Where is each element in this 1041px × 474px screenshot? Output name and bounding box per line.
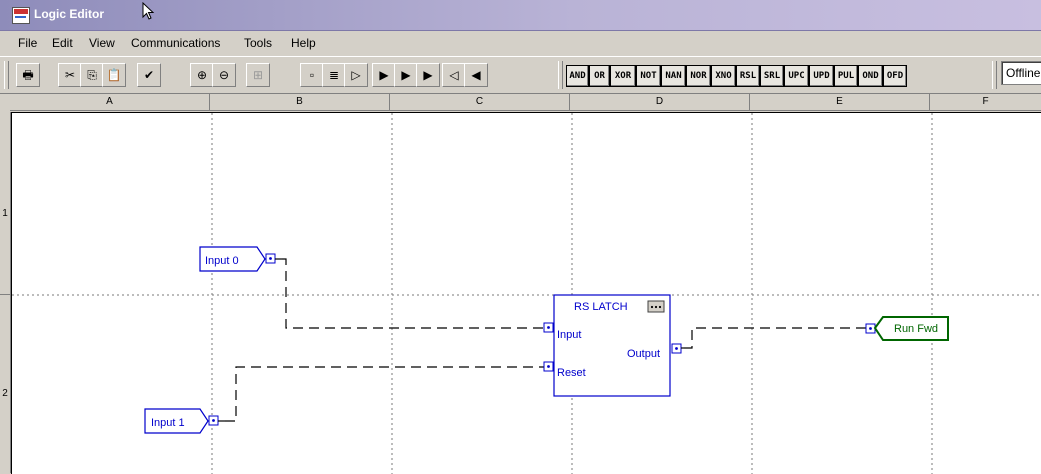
toolbar: 🖶 ✂ ⎘ 📋 ✔ ⊕ ⊖ ⊞ ▫ ≣ ▷ ▶ ▶ ▶ ◁ ◀ AND OR XOR NOT NAN NOR XNO RSL… bbox=[0, 56, 1041, 94]
menu-file[interactable]: File bbox=[18, 36, 37, 50]
instruction-srl-button[interactable]: SRL bbox=[760, 65, 784, 87]
instruction-upd-button[interactable]: UPD bbox=[809, 65, 834, 87]
wire-input0-to-latch bbox=[282, 258, 544, 329]
instruction-nor-button[interactable]: NOR bbox=[686, 65, 711, 87]
row-2: 2 bbox=[2, 388, 8, 399]
block-button[interactable]: ▫ bbox=[300, 63, 324, 87]
instruction-pul-button[interactable]: PUL bbox=[834, 65, 858, 87]
column-b: B bbox=[210, 94, 390, 111]
logic-canvas[interactable]: Input 0 Input 1 RS LATCH Input Reset Out… bbox=[11, 112, 1041, 474]
instruction-not-button[interactable]: NOT bbox=[636, 65, 661, 87]
instruction-upc-button[interactable]: UPC bbox=[784, 65, 809, 87]
ellipsis-icon[interactable] bbox=[647, 300, 665, 313]
block-icon: ▫ bbox=[309, 68, 315, 82]
menu-bar: File Edit View Communications Tools Help bbox=[0, 31, 1041, 55]
net-button[interactable]: ▶ bbox=[372, 63, 396, 87]
instruction-xor-button[interactable]: XOR bbox=[610, 65, 636, 87]
column-header: A B C D E F bbox=[10, 94, 1041, 112]
pin-label-output: Output bbox=[627, 348, 660, 360]
wires bbox=[225, 258, 872, 422]
cut-button[interactable]: ✂ bbox=[58, 63, 82, 87]
input-tag-input-0[interactable]: Input 0 bbox=[199, 246, 282, 272]
app-icon bbox=[12, 7, 30, 24]
lock-icon: ⊞ bbox=[252, 68, 264, 82]
menu-view[interactable]: View bbox=[89, 36, 115, 50]
instruction-rsl-button[interactable]: RSL bbox=[736, 65, 760, 87]
copy-icon: ⎘ bbox=[87, 68, 97, 82]
net-icon: ▶ bbox=[379, 68, 389, 82]
title-bar: Logic Editor bbox=[0, 0, 1041, 31]
toolbar-grip[interactable] bbox=[4, 61, 9, 89]
instruction-and-button[interactable]: AND bbox=[566, 65, 589, 87]
pin-label-input: Input bbox=[557, 329, 581, 341]
wire-input1-to-latch-reset bbox=[225, 366, 544, 422]
paste-icon: 📋 bbox=[106, 68, 122, 82]
row-header: 1 2 bbox=[0, 112, 11, 473]
instruction-nan-button[interactable]: NAN bbox=[661, 65, 686, 87]
toolbar-grip[interactable] bbox=[992, 61, 997, 89]
row-1: 1 bbox=[2, 208, 8, 219]
connection-status-field[interactable]: Offline bbox=[1001, 61, 1041, 85]
net-out-icon: ◀ bbox=[471, 68, 481, 82]
verify-button[interactable]: ✔ bbox=[137, 63, 161, 87]
input-tag-button[interactable]: ▷ bbox=[344, 63, 368, 87]
window-title: Logic Editor bbox=[34, 7, 104, 21]
output-tag-run-fwd[interactable]: Run Fwd bbox=[865, 316, 949, 341]
column-d: D bbox=[570, 94, 750, 111]
instruction-ond-button[interactable]: OND bbox=[858, 65, 883, 87]
pin-label-reset: Reset bbox=[557, 367, 586, 379]
list-icon: ≣ bbox=[328, 68, 340, 82]
logic-diagram: Input 0 Input 1 RS LATCH Input Reset Out… bbox=[12, 113, 1041, 474]
menu-edit[interactable]: Edit bbox=[52, 36, 73, 50]
block-title: RS LATCH bbox=[574, 301, 628, 313]
output-tag-label: Run Fwd bbox=[894, 323, 938, 335]
status-icon: ▶ bbox=[423, 68, 433, 82]
status-button[interactable]: ▶ bbox=[416, 63, 440, 87]
output-tag-button[interactable]: ◁ bbox=[442, 63, 466, 87]
paste-button[interactable]: 📋 bbox=[102, 63, 126, 87]
mouse-cursor-icon bbox=[142, 2, 155, 20]
column-a: A bbox=[10, 94, 210, 111]
print-button[interactable]: 🖶 bbox=[16, 63, 40, 87]
input-tag-input-1[interactable]: Input 1 bbox=[144, 408, 225, 434]
edit-lock-button[interactable]: ⊞ bbox=[246, 63, 270, 87]
instruction-ofd-button[interactable]: OFD bbox=[883, 65, 907, 87]
menu-help[interactable]: Help bbox=[291, 36, 316, 50]
input-tag-label: Input 1 bbox=[151, 417, 185, 429]
column-f: F bbox=[930, 94, 1041, 111]
zoom-out-icon: ⊖ bbox=[218, 68, 230, 82]
toolbar-grip[interactable] bbox=[558, 61, 563, 89]
menu-tools[interactable]: Tools bbox=[244, 36, 272, 50]
zoom-in-icon: ⊕ bbox=[196, 68, 208, 82]
input-tag-icon: ▷ bbox=[351, 68, 361, 82]
column-c: C bbox=[390, 94, 570, 111]
fault-button[interactable]: ▶ bbox=[394, 63, 418, 87]
check-icon: ✔ bbox=[143, 68, 155, 82]
wire-latch-to-runfwd bbox=[684, 327, 872, 349]
printer-icon: 🖶 bbox=[22, 68, 34, 82]
column-e: E bbox=[750, 94, 930, 111]
instruction-or-button[interactable]: OR bbox=[589, 65, 610, 87]
zoom-in-button[interactable]: ⊕ bbox=[190, 63, 214, 87]
fault-icon: ▶ bbox=[401, 68, 411, 82]
net-out-button[interactable]: ◀ bbox=[464, 63, 488, 87]
zoom-out-button[interactable]: ⊖ bbox=[212, 63, 236, 87]
scissors-icon: ✂ bbox=[64, 68, 76, 82]
rs-latch-block[interactable]: RS LATCH Input Reset Output bbox=[543, 294, 684, 397]
copy-button[interactable]: ⎘ bbox=[80, 63, 104, 87]
output-tag-icon: ◁ bbox=[449, 68, 459, 82]
menu-communications[interactable]: Communications bbox=[131, 36, 220, 50]
list-button[interactable]: ≣ bbox=[322, 63, 346, 87]
input-tag-label: Input 0 bbox=[205, 255, 239, 267]
instruction-xno-button[interactable]: XNO bbox=[711, 65, 736, 87]
